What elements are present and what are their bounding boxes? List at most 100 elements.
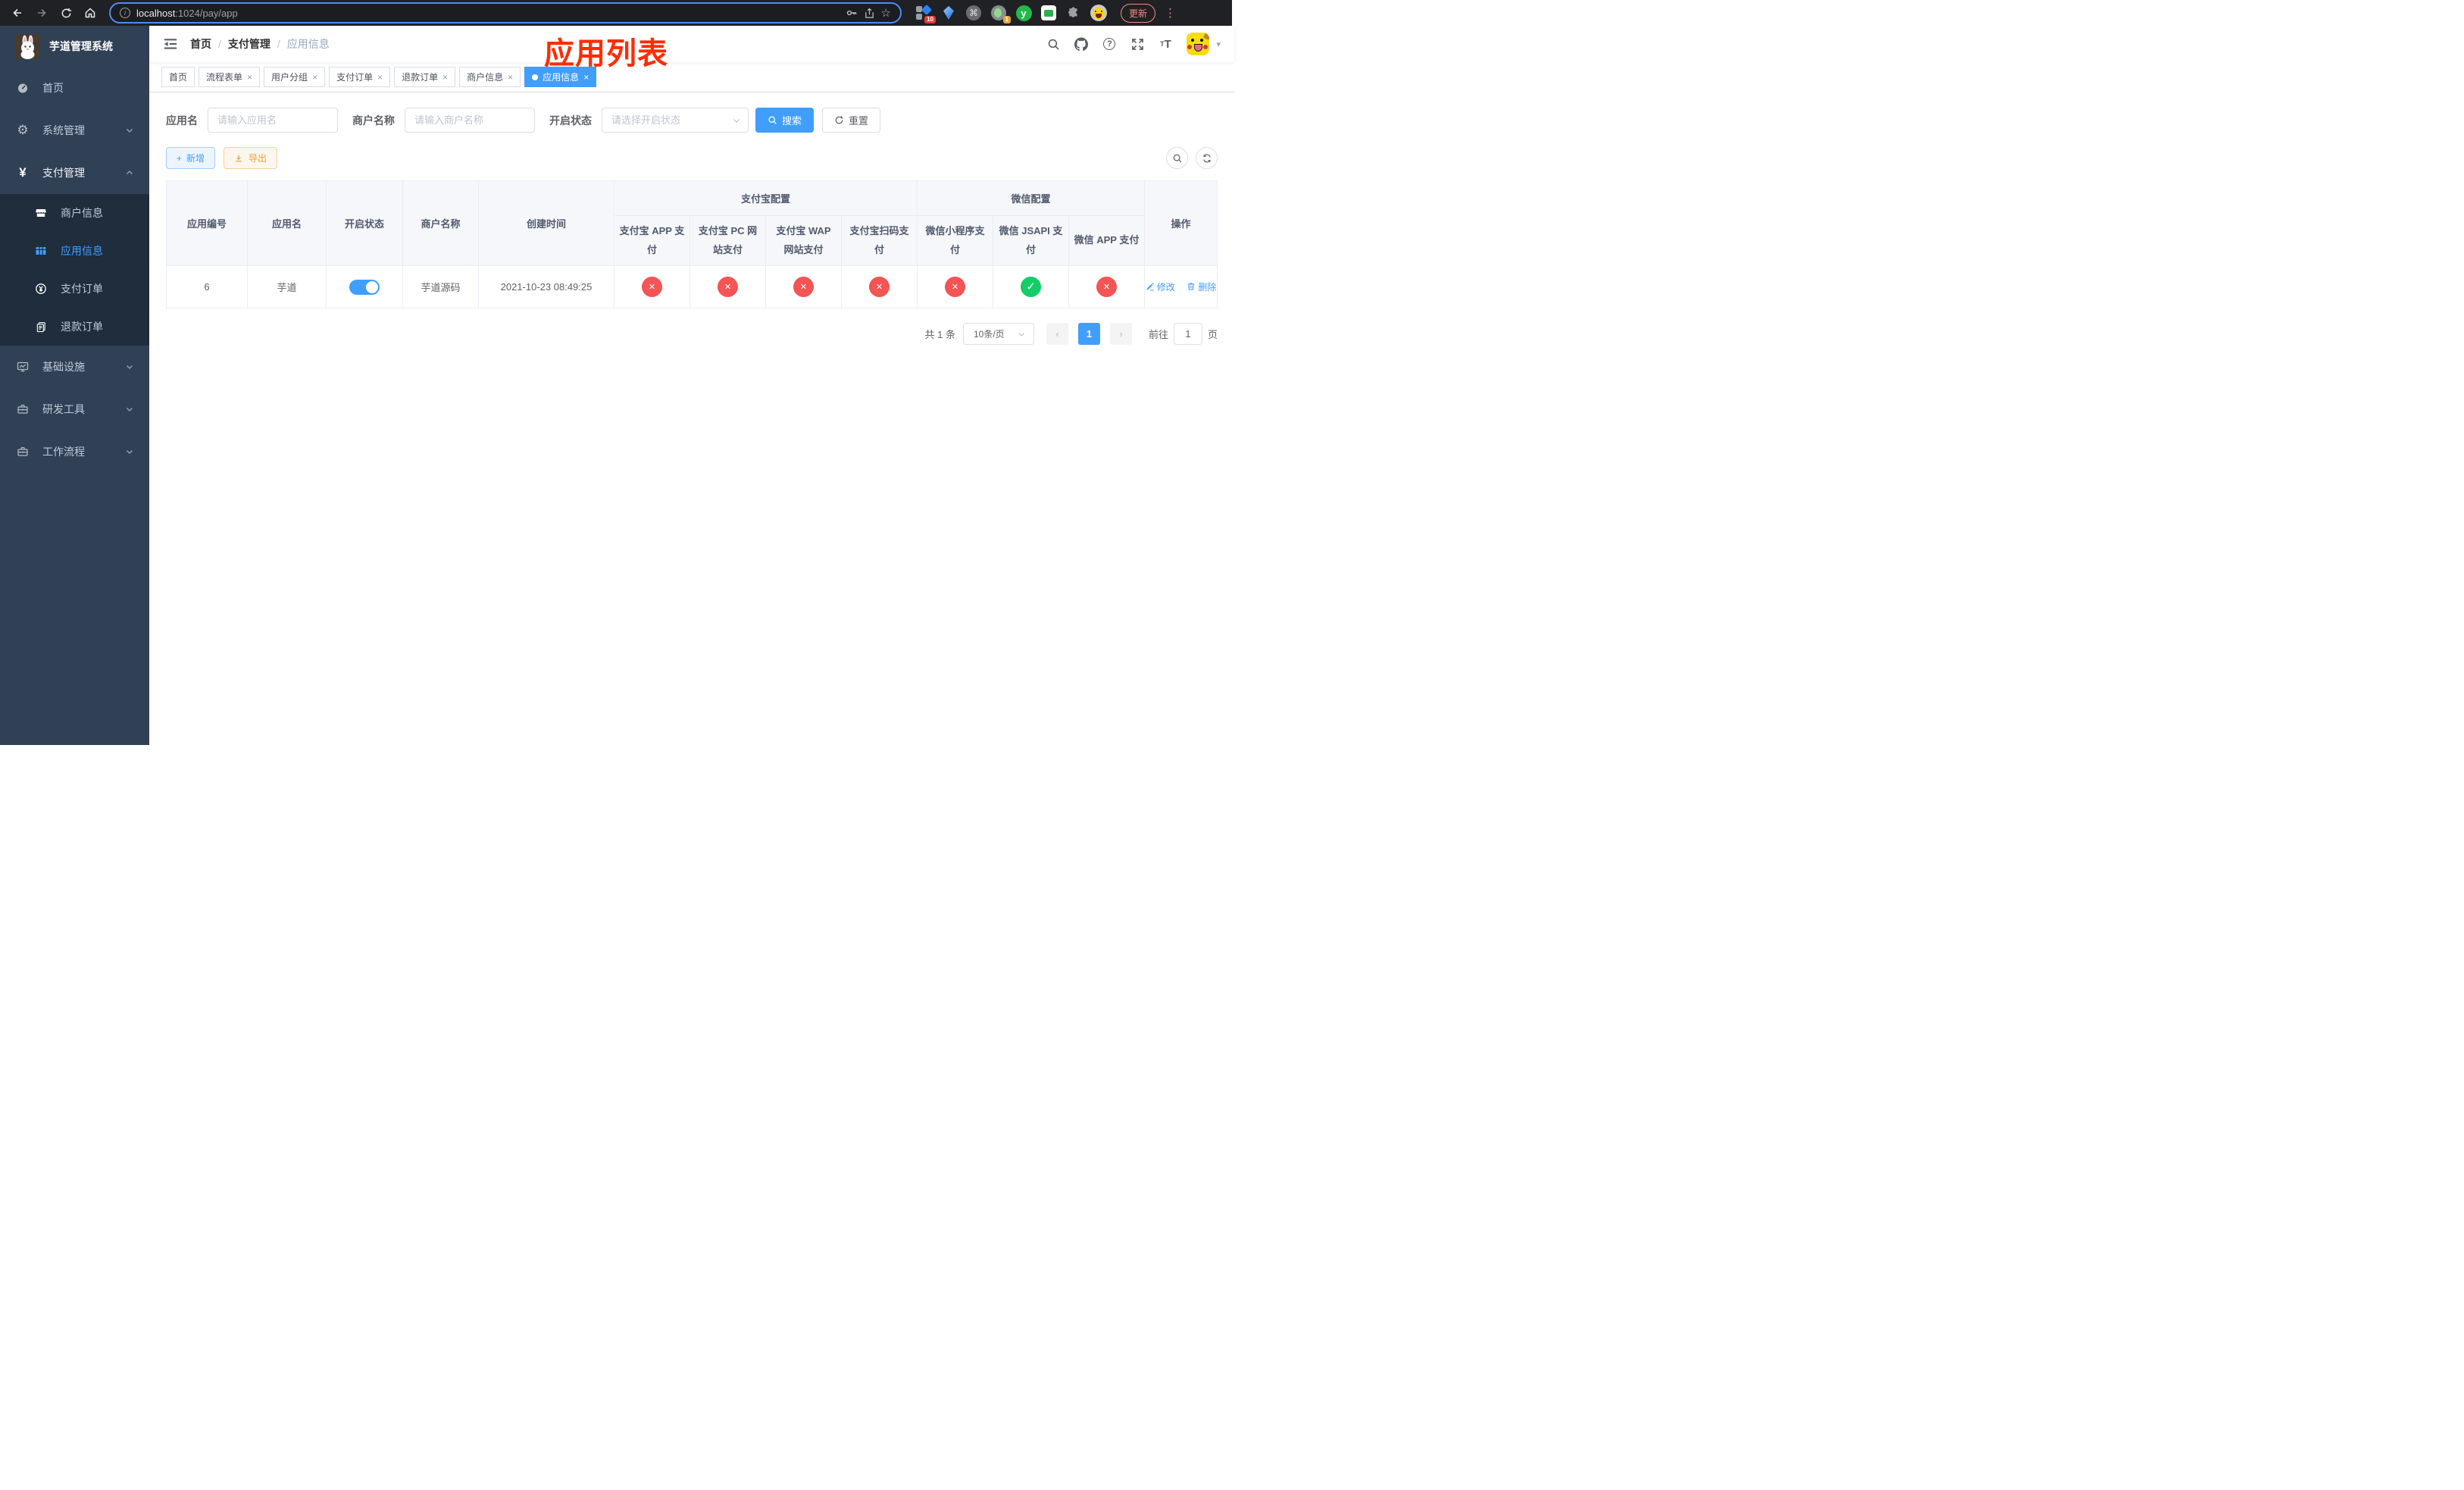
fullscreen-icon[interactable] — [1130, 37, 1144, 51]
export-button[interactable]: 导出 — [224, 147, 278, 169]
merchant-name-label: 商户名称 — [352, 114, 395, 127]
app-title: 芋道管理系统 — [49, 40, 113, 52]
close-icon[interactable]: × — [247, 73, 252, 82]
bookmark-star-icon[interactable]: ☆ — [881, 6, 891, 20]
search-button[interactable]: 搜索 — [755, 108, 815, 133]
extension-command-icon[interactable]: ⌘ — [965, 5, 982, 21]
tab-pay-order[interactable]: 支付订单 × — [329, 67, 391, 87]
logo-rabbit-image — [15, 33, 40, 59]
close-icon[interactable]: × — [442, 73, 448, 82]
extensions-area: 10 ⌘ 1 y — [915, 4, 1107, 23]
close-icon[interactable]: × — [377, 73, 383, 82]
page-1-button[interactable]: 1 — [1077, 323, 1100, 345]
next-page-button[interactable]: › — [1109, 323, 1132, 345]
active-dot — [532, 74, 539, 80]
sidebar-item-home[interactable]: 首页 — [0, 67, 149, 109]
goto-page-input[interactable] — [1174, 323, 1202, 345]
user-avatar[interactable] — [1187, 33, 1210, 55]
extension-chat-icon[interactable] — [1040, 5, 1057, 21]
wx-app-status-icon: × — [1096, 277, 1118, 297]
tab-home[interactable]: 首页 — [161, 67, 195, 87]
sidebar-item-pay-order[interactable]: 支付订单 — [0, 270, 149, 308]
sidebar-item-label: 研发工具 — [42, 403, 85, 415]
extension-emoji-icon[interactable] — [1090, 5, 1107, 21]
url-text: localhost:1024/pay/app — [136, 7, 238, 19]
col-alipay-qr: 支付宝扫码支付 — [840, 215, 918, 266]
extension-blocks-icon[interactable]: 10 — [915, 4, 936, 23]
app-window: 芋道管理系统 首页 ⚙ 系统管理 ¥ 支付管理 商户信息 应用信息 支付订单 退… — [0, 26, 1235, 745]
search-icon — [1173, 154, 1181, 162]
font-size-icon[interactable]: TT — [1159, 37, 1172, 51]
yen-icon: ¥ — [19, 165, 27, 180]
tags-view-bar: 首页 流程表单 × 用户分组 × 支付订单 × 退款订单 × 商户信息 × 应用信息 × — [149, 62, 1235, 92]
tab-process-form[interactable]: 流程表单 × — [199, 67, 261, 87]
table-refresh-button[interactable] — [1196, 147, 1218, 169]
browser-back-button[interactable] — [8, 3, 27, 23]
help-icon[interactable]: ? — [1102, 37, 1116, 51]
tab-user-group[interactable]: 用户分组 × — [264, 67, 326, 87]
add-button[interactable]: + 新增 — [166, 147, 216, 169]
chrome-update-button[interactable]: 更新 — [1121, 3, 1156, 23]
breadcrumb-current: 应用信息 — [286, 38, 330, 50]
sidebar-item-payment[interactable]: ¥ 支付管理 — [0, 152, 149, 194]
tab-merchant-info[interactable]: 商户信息 × — [459, 67, 521, 87]
extension-y-icon[interactable]: y — [1015, 5, 1032, 21]
col-merchant-name: 商户名称 — [402, 180, 479, 266]
browser-toolbar: i localhost:1024/pay/app ☆ 10 ⌘ 1 y 更新 ⋮ — [0, 0, 1232, 26]
sidebar-item-workflow[interactable]: 工作流程 — [0, 430, 149, 473]
address-bar[interactable]: i localhost:1024/pay/app ☆ — [109, 2, 902, 23]
prev-page-button[interactable]: ‹ — [1046, 323, 1068, 345]
avatar-caret-icon[interactable]: ▾ — [1216, 39, 1221, 49]
github-icon[interactable] — [1074, 37, 1089, 51]
forward-icon — [38, 8, 46, 17]
main-area: 应用列表 首页 / 支付管理 / 应用信息 ? T T ▾ 首页 流程表单 × … — [149, 26, 1235, 745]
delete-link[interactable]: 删除 — [1187, 280, 1216, 293]
share-icon[interactable] — [864, 8, 875, 19]
reset-button[interactable]: 重置 — [822, 108, 881, 133]
site-info-icon[interactable]: i — [120, 8, 130, 18]
sidebar-collapse-icon[interactable] — [163, 36, 178, 52]
alipay-qr-status-icon: × — [869, 277, 890, 297]
page-size-select[interactable]: 10条/页 — [962, 323, 1034, 345]
sidebar-item-refund-order[interactable]: 退款订单 — [0, 308, 149, 346]
col-app-id: 应用编号 — [166, 180, 248, 266]
toolbox-icon — [15, 403, 30, 415]
browser-reload-button[interactable] — [56, 3, 76, 23]
extensions-puzzle-icon[interactable] — [1065, 5, 1082, 21]
close-icon[interactable]: × — [312, 73, 317, 82]
page-content: 应用名 商户名称 开启状态 搜索 — [149, 92, 1234, 745]
table-search-toggle-button[interactable] — [1166, 147, 1189, 169]
tab-refund-order[interactable]: 退款订单 × — [394, 67, 456, 87]
browser-forward-button[interactable] — [32, 3, 52, 23]
close-icon[interactable]: × — [583, 73, 589, 82]
trash-icon — [1187, 282, 1196, 291]
header-search-icon[interactable] — [1046, 37, 1060, 51]
col-wx-lite: 微信小程序支付 — [917, 215, 994, 266]
close-icon[interactable]: × — [508, 73, 513, 82]
reload-icon — [61, 8, 71, 17]
extension-gem-icon[interactable] — [940, 5, 957, 21]
browser-home-button[interactable] — [80, 3, 100, 23]
sidebar-item-label: 基础设施 — [42, 361, 85, 373]
sidebar-logo-row[interactable]: 芋道管理系统 — [0, 26, 149, 67]
chevron-down-icon — [127, 365, 133, 369]
open-status-toggle[interactable] — [349, 279, 380, 295]
extension-circle-icon[interactable]: 1 — [990, 5, 1011, 23]
breadcrumb-home[interactable]: 首页 — [190, 36, 211, 52]
open-status-select[interactable] — [602, 108, 749, 133]
sidebar-item-merchant-info[interactable]: 商户信息 — [0, 194, 149, 232]
top-navbar: 首页 / 支付管理 / 应用信息 ? TT ▾ — [149, 26, 1235, 62]
browser-menu-icon[interactable]: ⋮ — [1165, 6, 1176, 20]
sidebar-item-app-info[interactable]: 应用信息 — [0, 232, 149, 270]
chevron-down-icon — [127, 408, 133, 412]
refresh-icon — [834, 115, 844, 125]
sidebar-item-infra[interactable]: 基础设施 — [0, 346, 149, 388]
sidebar-item-system[interactable]: ⚙ 系统管理 — [0, 109, 149, 152]
annotation-title: 应用列表 — [544, 37, 668, 70]
password-key-icon[interactable] — [846, 7, 858, 19]
breadcrumb-section[interactable]: 支付管理 — [228, 36, 270, 52]
app-name-input[interactable] — [208, 108, 338, 133]
sidebar-item-dev-tools[interactable]: 研发工具 — [0, 388, 149, 430]
merchant-name-input[interactable] — [405, 108, 535, 133]
edit-link[interactable]: 修改 — [1146, 280, 1175, 293]
